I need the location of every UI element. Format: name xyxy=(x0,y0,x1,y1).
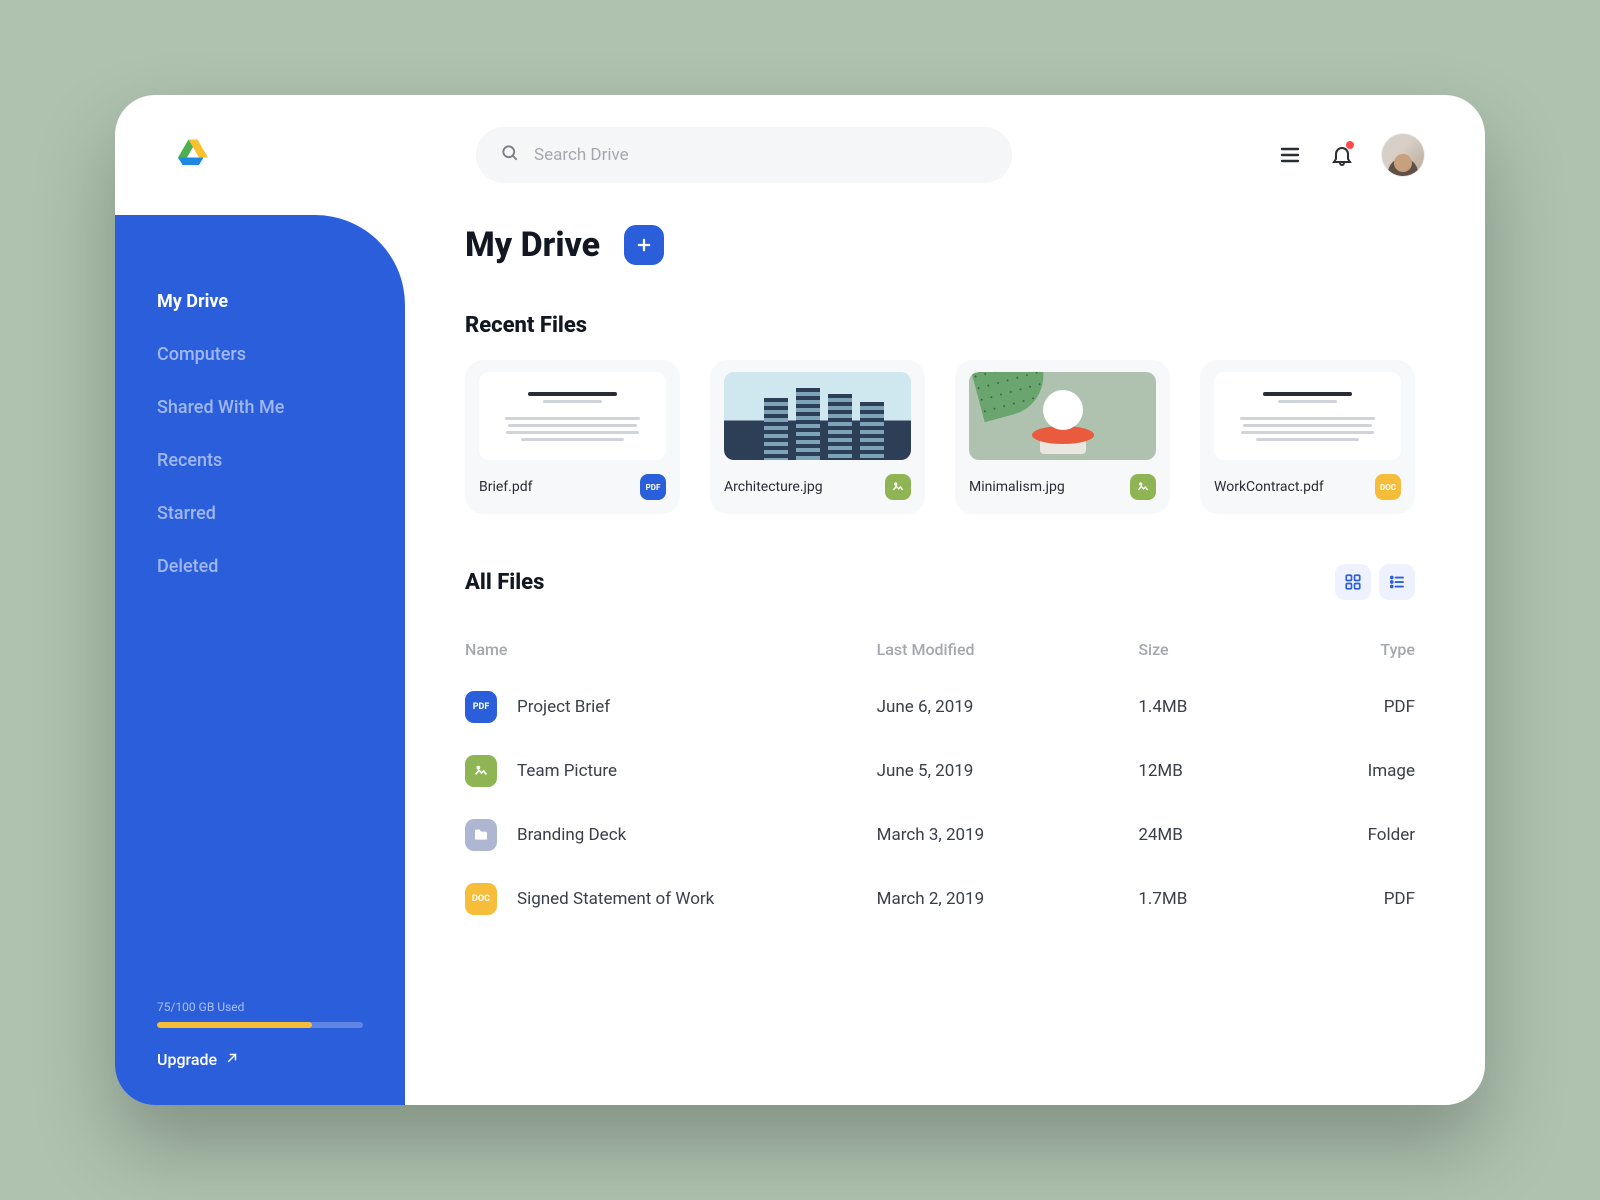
sidebar-item-deleted[interactable]: Deleted xyxy=(157,540,405,593)
recent-files-row: Brief.pdf PDF Architecture.jpg xyxy=(465,360,1415,514)
table-row[interactable]: Branding Deck March 3, 2019 24MB Folder xyxy=(465,803,1415,867)
sidebar-item-computers[interactable]: Computers xyxy=(157,328,405,381)
file-name: Signed Statement of Work xyxy=(517,889,714,909)
upgrade-button[interactable]: Upgrade xyxy=(157,1050,363,1069)
file-size: 12MB xyxy=(1098,761,1256,781)
image-badge-icon xyxy=(1130,474,1156,500)
col-size[interactable]: Size xyxy=(1098,640,1256,659)
storage-panel: 75/100 GB Used Upgrade xyxy=(157,1000,405,1069)
pdf-icon: PDF xyxy=(465,691,497,723)
drive-logo xyxy=(175,135,211,175)
notifications-button[interactable] xyxy=(1329,142,1355,168)
image-badge-icon xyxy=(885,474,911,500)
sidebar: My Drive Computers Shared With Me Recent… xyxy=(115,215,405,1105)
file-thumbnail xyxy=(969,372,1156,460)
file-type: Image xyxy=(1257,761,1415,781)
files-table: Name Last Modified Size Type PDF Project… xyxy=(465,624,1415,931)
grid-view-button[interactable] xyxy=(1335,564,1371,600)
file-type: PDF xyxy=(1257,889,1415,909)
notification-dot-icon xyxy=(1346,141,1354,149)
sidebar-item-starred[interactable]: Starred xyxy=(157,487,405,540)
table-header: Name Last Modified Size Type xyxy=(465,624,1415,675)
main-content: My Drive Recent Files Brief.pdf PDF xyxy=(405,215,1485,1105)
image-icon xyxy=(465,755,497,787)
table-row[interactable]: DOC Signed Statement of Work March 2, 20… xyxy=(465,867,1415,931)
recent-files-title: Recent Files xyxy=(465,313,1415,338)
pdf-badge-icon: PDF xyxy=(640,474,666,500)
col-modified[interactable]: Last Modified xyxy=(877,640,1099,659)
file-name: Team Picture xyxy=(517,761,617,781)
file-name: Branding Deck xyxy=(517,825,626,845)
file-type: Folder xyxy=(1257,825,1415,845)
doc-icon: DOC xyxy=(465,883,497,915)
file-name: Project Brief xyxy=(517,697,610,717)
file-thumbnail xyxy=(724,372,911,460)
search-input[interactable] xyxy=(534,145,988,165)
file-name: Minimalism.jpg xyxy=(969,479,1065,495)
file-type: PDF xyxy=(1257,697,1415,717)
topbar xyxy=(115,95,1485,215)
page-title: My Drive xyxy=(465,225,600,265)
add-button[interactable] xyxy=(624,225,664,265)
app-window: My Drive Computers Shared With Me Recent… xyxy=(115,95,1485,1105)
search-field[interactable] xyxy=(476,127,1012,183)
table-row[interactable]: PDF Project Brief June 6, 2019 1.4MB PDF xyxy=(465,675,1415,739)
file-modified: June 5, 2019 xyxy=(877,761,1099,781)
file-name: Brief.pdf xyxy=(479,479,532,495)
file-size: 1.4MB xyxy=(1098,697,1256,717)
view-toggle xyxy=(1335,564,1415,600)
doc-badge-icon: DOC xyxy=(1375,474,1401,500)
file-thumbnail xyxy=(1214,372,1401,460)
file-name: Architecture.jpg xyxy=(724,479,823,495)
avatar[interactable] xyxy=(1381,133,1425,177)
file-modified: March 2, 2019 xyxy=(877,889,1099,909)
table-row[interactable]: Team Picture June 5, 2019 12MB Image xyxy=(465,739,1415,803)
sidebar-item-my-drive[interactable]: My Drive xyxy=(157,275,405,328)
menu-button[interactable] xyxy=(1277,142,1303,168)
recent-card[interactable]: Minimalism.jpg xyxy=(955,360,1170,514)
search-icon xyxy=(500,143,520,167)
file-modified: June 6, 2019 xyxy=(877,697,1099,717)
storage-label: 75/100 GB Used xyxy=(157,1000,363,1014)
recent-card[interactable]: WorkContract.pdf DOC xyxy=(1200,360,1415,514)
file-name: WorkContract.pdf xyxy=(1214,479,1324,495)
col-type[interactable]: Type xyxy=(1257,640,1415,659)
file-size: 1.7MB xyxy=(1098,889,1256,909)
file-size: 24MB xyxy=(1098,825,1256,845)
recent-card[interactable]: Architecture.jpg xyxy=(710,360,925,514)
list-view-button[interactable] xyxy=(1379,564,1415,600)
file-thumbnail xyxy=(479,372,666,460)
sidebar-item-recents[interactable]: Recents xyxy=(157,434,405,487)
recent-card[interactable]: Brief.pdf PDF xyxy=(465,360,680,514)
col-name[interactable]: Name xyxy=(465,640,877,659)
sidebar-item-shared[interactable]: Shared With Me xyxy=(157,381,405,434)
storage-bar xyxy=(157,1022,363,1028)
all-files-title: All Files xyxy=(465,570,544,595)
arrow-upright-icon xyxy=(225,1050,239,1069)
folder-icon xyxy=(465,819,497,851)
file-modified: March 3, 2019 xyxy=(877,825,1099,845)
